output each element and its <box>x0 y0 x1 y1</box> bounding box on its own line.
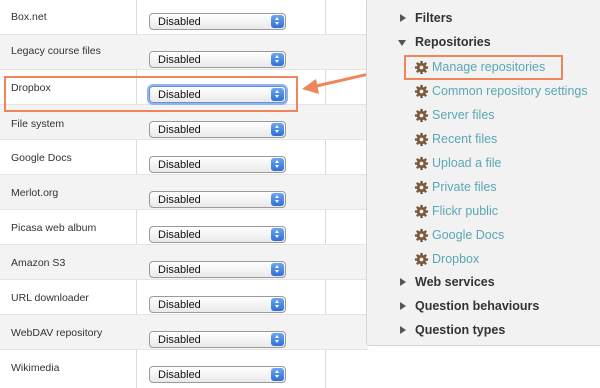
gear-icon <box>414 108 429 123</box>
repository-name: URL downloader <box>11 292 89 304</box>
status-select[interactable]: Disabled <box>149 331 286 348</box>
tree-item-label: Web services <box>415 275 495 289</box>
repository-name: Google Docs <box>11 152 72 164</box>
gear-icon <box>414 132 429 147</box>
collapse-arrow-icon <box>398 40 406 46</box>
settings-nav-panel <box>366 0 600 346</box>
tree-item-label: Question types <box>415 323 506 337</box>
repository-name: WebDAV repository <box>11 327 103 339</box>
gear-icon <box>414 60 429 75</box>
chevron-updown-icon <box>271 228 284 241</box>
gear-icon <box>414 228 429 243</box>
repository-name: Wikimedia <box>11 362 60 374</box>
dropbox-row-highlight <box>4 76 298 112</box>
expand-arrow-icon <box>400 14 406 22</box>
chevron-updown-icon <box>271 333 284 346</box>
status-select-value: Disabled <box>158 299 201 311</box>
repository-name: Box.net <box>11 11 47 23</box>
gear-icon <box>414 156 429 171</box>
table-row: Wikimedia Disabled <box>0 350 368 388</box>
gear-icon <box>414 84 429 99</box>
chevron-updown-icon <box>271 368 284 381</box>
chevron-updown-icon <box>271 193 284 206</box>
status-select-value: Disabled <box>158 334 201 346</box>
status-select[interactable]: Disabled <box>149 13 286 30</box>
link-label: Manage repositories <box>432 60 546 74</box>
tree-item-repositories[interactable]: Repositories <box>398 35 491 49</box>
status-select[interactable]: Disabled <box>149 261 286 278</box>
table-row: Box.net Disabled <box>0 0 368 35</box>
table-row: Picasa web album Disabled <box>0 210 368 245</box>
tree-item-label: Filters <box>415 11 453 25</box>
table-row: Amazon S3 Disabled <box>0 245 368 280</box>
chevron-updown-icon <box>271 298 284 311</box>
link-upload-a-file[interactable]: Upload a file <box>414 156 502 171</box>
status-select-value: Disabled <box>158 124 201 136</box>
repository-name: Amazon S3 <box>11 257 66 269</box>
expand-arrow-icon <box>400 302 406 310</box>
gear-icon <box>414 204 429 219</box>
tree-item-question-behaviours[interactable]: Question behaviours <box>400 299 540 313</box>
tree-item-label: Question behaviours <box>415 299 540 313</box>
status-select[interactable]: Disabled <box>149 156 286 173</box>
tree-item-web-services[interactable]: Web services <box>400 275 495 289</box>
chevron-updown-icon <box>271 15 284 28</box>
status-select-value: Disabled <box>158 194 201 206</box>
chevron-updown-icon <box>271 123 284 136</box>
status-select-value: Disabled <box>158 16 201 28</box>
status-select-value: Disabled <box>158 369 201 381</box>
link-label: Upload a file <box>432 156 502 170</box>
status-select-value: Disabled <box>158 159 201 171</box>
expand-arrow-icon <box>400 278 406 286</box>
link-label: Dropbox <box>432 252 480 266</box>
status-select[interactable]: Disabled <box>149 191 286 208</box>
link-manage-repositories[interactable]: Manage repositories <box>414 60 546 75</box>
table-row: Merlot.org Disabled <box>0 175 368 210</box>
chevron-updown-icon <box>271 53 284 66</box>
link-flickr-public[interactable]: Flickr public <box>414 204 498 219</box>
status-select[interactable]: Disabled <box>149 296 286 313</box>
status-select[interactable]: Disabled <box>149 51 286 68</box>
status-select[interactable]: Disabled <box>149 366 286 383</box>
repository-name: Merlot.org <box>11 187 59 199</box>
link-server-files[interactable]: Server files <box>414 108 495 123</box>
tree-item-label: Repositories <box>415 35 491 49</box>
repository-name: File system <box>11 118 65 130</box>
expand-arrow-icon <box>400 326 406 334</box>
link-label: Server files <box>432 108 495 122</box>
chevron-updown-icon <box>271 158 284 171</box>
link-label: Flickr public <box>432 204 498 218</box>
status-select[interactable]: Disabled <box>149 226 286 243</box>
gear-icon <box>414 252 429 267</box>
tree-item-filters[interactable]: Filters <box>400 11 453 25</box>
status-select[interactable]: Disabled <box>149 121 286 138</box>
table-row: URL downloader Disabled <box>0 280 368 315</box>
repository-name: Picasa web album <box>11 222 97 234</box>
tree-item-question-types[interactable]: Question types <box>400 323 506 337</box>
link-label: Google Docs <box>432 228 505 242</box>
gear-icon <box>414 180 429 195</box>
status-select-value: Disabled <box>158 264 201 276</box>
repository-name: Legacy course files <box>11 45 101 57</box>
table-row: WebDAV repository Disabled <box>0 315 368 350</box>
chevron-updown-icon <box>271 263 284 276</box>
link-label: Common repository settings <box>432 84 588 98</box>
link-dropbox[interactable]: Dropbox <box>414 252 480 267</box>
status-select-value: Disabled <box>158 54 201 66</box>
link-label: Private files <box>432 180 497 194</box>
link-recent-files[interactable]: Recent files <box>414 132 498 147</box>
table-row: Google Docs Disabled <box>0 140 368 175</box>
link-private-files[interactable]: Private files <box>414 180 497 195</box>
link-label: Recent files <box>432 132 498 146</box>
status-select-value: Disabled <box>158 229 201 241</box>
link-common-repository-settings[interactable]: Common repository settings <box>414 84 588 99</box>
link-google-docs[interactable]: Google Docs <box>414 228 505 243</box>
